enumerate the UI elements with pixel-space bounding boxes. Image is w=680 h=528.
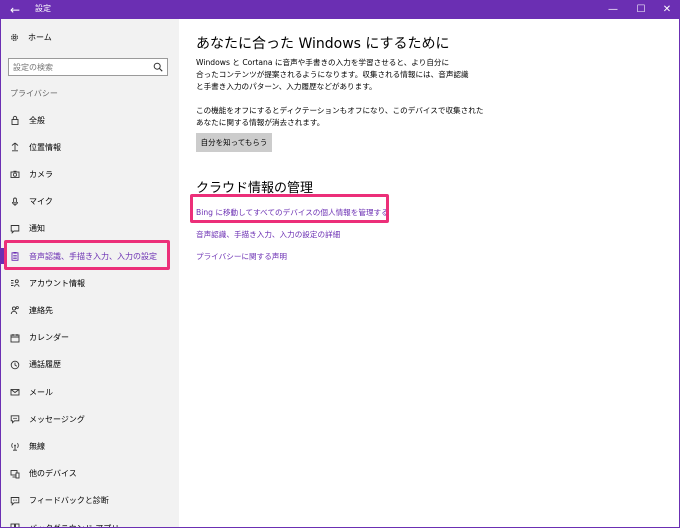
sidebar-item-messaging[interactable]: メッセージング	[1, 406, 179, 432]
sidebar-item-radio[interactable]: 無線	[1, 433, 179, 459]
speech-details-link[interactable]: 音声認識、手描き入力、入力の設定の詳細	[196, 229, 340, 240]
search-input[interactable]	[9, 59, 151, 75]
privacy-statement-link[interactable]: プライバシーに関する声明	[196, 251, 287, 262]
gear-icon	[11, 34, 18, 41]
calendar-icon	[10, 333, 20, 343]
sidebar-item-label: メッセージング	[29, 414, 85, 424]
account-info-icon	[10, 278, 20, 288]
sidebar-item-contacts[interactable]: 連絡先	[1, 297, 179, 323]
sidebar-item-location[interactable]: 位置情報	[1, 134, 179, 160]
sidebar-item-label: 通話履歴	[29, 360, 61, 370]
sidebar-item-feedback[interactable]: フィードバックと診断	[1, 488, 179, 514]
sidebar-item-label: フィードバックと診断	[29, 496, 109, 506]
sidebar-item-label: カレンダー	[29, 333, 69, 343]
sidebar-item-background-apps[interactable]: バックグラウンド アプリ	[1, 515, 179, 528]
sidebar-item-label: 他のデバイス	[29, 469, 77, 479]
sidebar: ホーム プライバシー 全般位置情報カメラマイク通知音声認識、手描き入力、入力の設…	[1, 19, 179, 528]
sidebar-item-label: マイク	[29, 197, 53, 207]
sidebar-item-account-info[interactable]: アカウント情報	[1, 270, 179, 296]
back-button[interactable]: ←	[1, 0, 29, 19]
description-line: と手書き入力のパターン、入力履歴などがあります。	[196, 82, 377, 91]
sidebar-item-label: カメラ	[29, 169, 53, 179]
search-box[interactable]	[8, 58, 168, 76]
minimize-button[interactable]: —	[599, 0, 627, 19]
devices-icon	[10, 469, 20, 479]
sidebar-item-microphone[interactable]: マイク	[1, 189, 179, 215]
settings-window: ← 設定 — ☐ ✕ ホーム プライバシー 全般位置情報	[0, 0, 680, 528]
sidebar-item-calendar[interactable]: カレンダー	[1, 325, 179, 351]
main-content: あなたに合った Windows にするために Windows と Cortana…	[179, 19, 679, 527]
sidebar-item-label: 無線	[29, 441, 45, 451]
sidebar-item-label: 位置情報	[29, 142, 61, 152]
sidebar-item-lock[interactable]: 全般	[1, 107, 179, 133]
sidebar-item-label: 全般	[29, 115, 45, 125]
call-history-icon	[10, 360, 20, 370]
feedback-icon	[10, 496, 20, 506]
highlight-box-link	[190, 194, 389, 223]
home-nav-item[interactable]: ホーム	[10, 32, 52, 43]
contacts-icon	[10, 305, 20, 315]
window-title: 設定	[35, 4, 51, 13]
sidebar-item-label: メール	[29, 387, 53, 397]
privacy-section-label: プライバシー	[10, 89, 58, 98]
notification-icon	[10, 224, 20, 234]
maximize-button[interactable]: ☐	[627, 0, 655, 19]
warning-line: あなたに関する情報が消去されます。	[196, 118, 325, 127]
camera-icon	[10, 169, 20, 179]
home-label: ホーム	[28, 33, 52, 42]
lock-icon	[10, 115, 20, 125]
mail-icon	[10, 387, 20, 397]
page-heading: あなたに合った Windows にするために	[196, 36, 450, 52]
close-icon: ✕	[662, 4, 672, 15]
get-to-know-me-button[interactable]: 自分を知ってもらう	[196, 133, 272, 152]
sidebar-item-label: バックグラウンド アプリ	[29, 523, 120, 528]
minimize-icon: —	[608, 4, 618, 15]
location-icon	[10, 142, 20, 152]
close-button[interactable]: ✕	[653, 0, 679, 19]
maximize-icon: ☐	[636, 4, 646, 15]
sidebar-item-mail[interactable]: メール	[1, 379, 179, 405]
highlight-box-nav	[4, 240, 170, 270]
background-apps-icon	[10, 523, 20, 527]
sidebar-item-notification[interactable]: 通知	[1, 216, 179, 242]
sidebar-item-label: 連絡先	[29, 305, 53, 315]
microphone-icon	[10, 197, 20, 207]
search-icon[interactable]	[153, 62, 163, 72]
description-line: 合ったコンテンツが提案されるようになります。収集される情報には、音声認識	[196, 70, 469, 79]
sidebar-item-call-history[interactable]: 通話履歴	[1, 352, 179, 378]
warning-line: この機能をオフにするとディクテーションもオフになり、このデバイスで収集された	[196, 106, 484, 115]
radio-icon	[10, 441, 20, 452]
back-arrow-icon: ←	[9, 2, 21, 17]
title-bar: ← 設定 — ☐ ✕	[1, 0, 679, 19]
description-line: Windows と Cortana に音声や手書きの入力を学習させると、より自分…	[196, 58, 450, 67]
sidebar-item-label: アカウント情報	[29, 278, 85, 288]
sidebar-item-camera[interactable]: カメラ	[1, 161, 179, 187]
sidebar-item-label: 通知	[29, 224, 45, 234]
messaging-icon	[10, 414, 20, 424]
sidebar-item-devices[interactable]: 他のデバイス	[1, 461, 179, 487]
